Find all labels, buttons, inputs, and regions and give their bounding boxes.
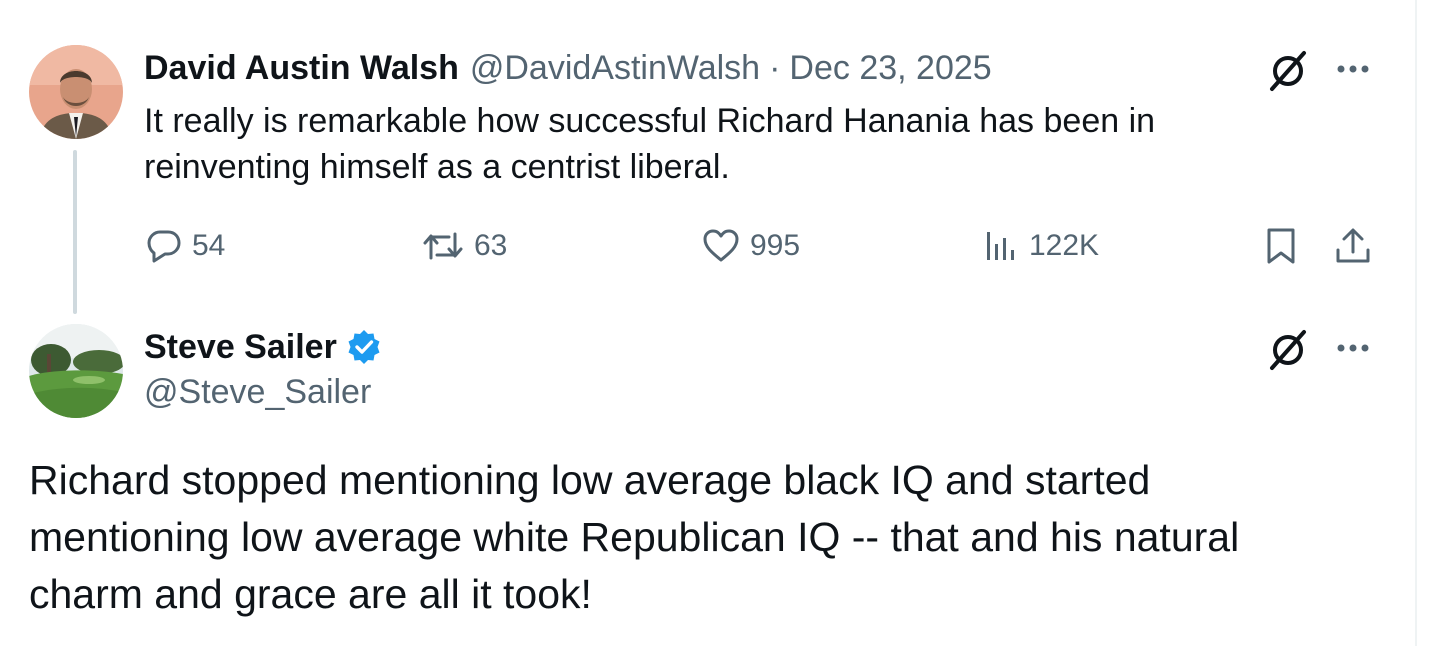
header-separator: · [769, 48, 781, 87]
tweet-text-line: reinventing himself as a centrist libera… [144, 148, 730, 186]
reply-count: 54 [192, 229, 226, 262]
repost-count: 63 [474, 229, 508, 262]
tweet-date[interactable]: Dec 23, 2025 [789, 49, 991, 88]
like-count: 995 [750, 229, 801, 262]
like-button[interactable]: 995 [702, 225, 800, 267]
avatar-david-austin-walsh[interactable] [29, 45, 123, 139]
author-handle[interactable]: @DavidAstinWalsh [470, 49, 760, 88]
avatar-steve-sailer[interactable] [29, 324, 123, 418]
repost-button[interactable]: 63 [422, 225, 507, 267]
more-icon[interactable] [1334, 333, 1372, 363]
views-button[interactable]: 122K [983, 225, 1099, 267]
grok-icon[interactable] [1266, 49, 1310, 93]
parent-tweet-text: It really is remarkable how successful R… [144, 98, 1274, 190]
verified-badge-icon[interactable] [345, 328, 383, 366]
views-icon [987, 232, 1014, 260]
tweet-text-line: mentioning low average white Republican … [29, 514, 1240, 560]
reply-button[interactable]: 54 [146, 225, 225, 267]
share-button[interactable] [1334, 225, 1372, 267]
timeline-border [1415, 0, 1417, 646]
author-name[interactable]: David Austin Walsh [144, 49, 459, 88]
parent-tweet-header: David Austin Walsh @DavidAstinWalsh · De… [144, 46, 992, 90]
repost-icon [423, 232, 463, 260]
thread-connector-line [73, 150, 77, 314]
grok-icon[interactable] [1266, 328, 1310, 372]
more-icon[interactable] [1334, 54, 1372, 84]
bookmark-icon [1267, 228, 1295, 264]
like-icon [703, 229, 739, 262]
tweet-text-line: charm and grace are all it took! [29, 571, 592, 617]
author-handle[interactable]: @Steve_Sailer [144, 373, 371, 412]
reply-author-header: Steve Sailer [144, 325, 383, 369]
views-count: 122K [1029, 229, 1100, 262]
bookmark-button[interactable] [1264, 225, 1298, 267]
tweet-text-line: It really is remarkable how successful R… [144, 102, 1156, 140]
reply-icon [147, 230, 181, 263]
reply-tweet-text: Richard stopped mentioning low average b… [29, 452, 1399, 623]
tweet-text-line: Richard stopped mentioning low average b… [29, 457, 1151, 503]
share-icon [1336, 228, 1370, 263]
author-name[interactable]: Steve Sailer [144, 328, 337, 367]
